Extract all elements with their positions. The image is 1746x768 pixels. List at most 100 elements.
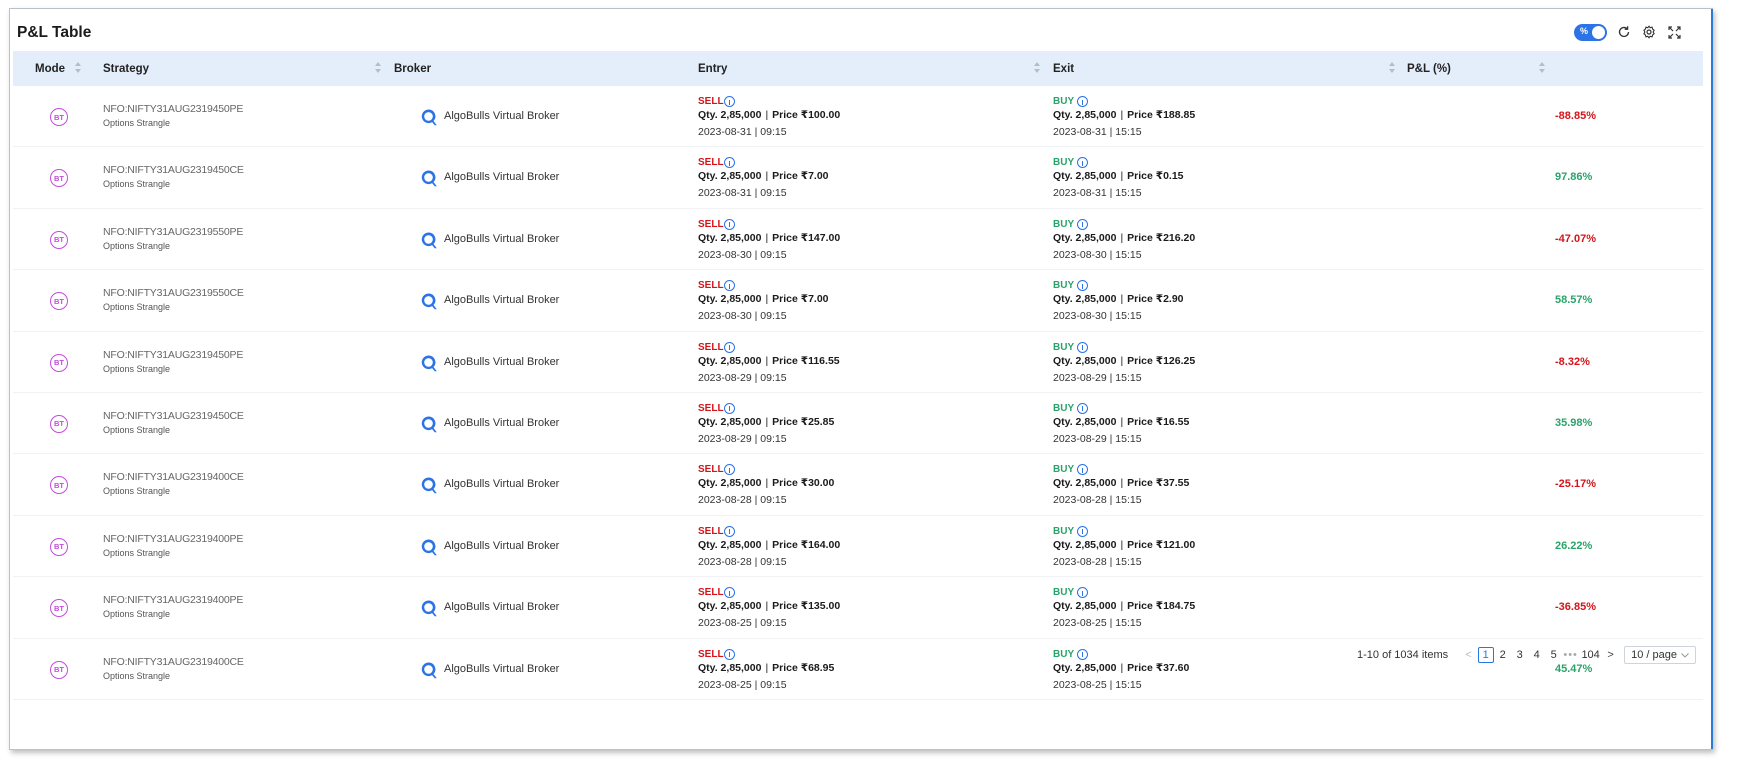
- sort-entry-icon[interactable]: [1034, 62, 1042, 75]
- info-icon[interactable]: [1077, 218, 1088, 230]
- info-icon[interactable]: [1077, 587, 1088, 599]
- entry-side: SELL: [698, 280, 724, 292]
- entry-datetime: 2023-08-29 | 09:15: [698, 432, 787, 445]
- info-icon[interactable]: [1077, 280, 1088, 292]
- exit-side: BUY: [1053, 587, 1075, 599]
- exit-datetime: 2023-08-25 | 15:15: [1053, 617, 1142, 630]
- info-icon[interactable]: [724, 157, 735, 169]
- instrument-name: NFO:NIFTY31AUG2319450PE: [103, 348, 244, 361]
- instrument-name: NFO:NIFTY31AUG2319550PE: [103, 225, 244, 238]
- exit-datetime: 2023-08-29 | 15:15: [1053, 432, 1142, 445]
- entry-datetime: 2023-08-31 | 09:15: [698, 187, 787, 200]
- column-header-mode[interactable]: Mode: [35, 51, 65, 86]
- prev-page-button[interactable]: <: [1461, 647, 1477, 663]
- algobulls-logo-icon: [420, 108, 437, 127]
- page-last[interactable]: 104: [1580, 647, 1602, 663]
- jump-next-ellipsis[interactable]: •••: [1563, 647, 1579, 663]
- info-icon[interactable]: [724, 341, 735, 353]
- instrument-name: NFO:NIFTY31AUG2319400CE: [103, 655, 244, 668]
- instrument-name: NFO:NIFTY31AUG2319450CE: [103, 409, 244, 422]
- column-header-entry[interactable]: Entry: [698, 51, 727, 86]
- strategy-name: Options Strangle: [103, 670, 171, 681]
- info-icon[interactable]: [1077, 464, 1088, 476]
- refresh-icon[interactable]: [1616, 24, 1632, 40]
- chevron-down-icon: [1681, 652, 1689, 658]
- pnl-value: -47.07%: [1555, 232, 1596, 245]
- page-1[interactable]: 1: [1477, 647, 1494, 663]
- column-header-strategy-label: Strategy: [103, 62, 150, 75]
- page-2[interactable]: 2: [1495, 647, 1511, 663]
- entry-qty-price: Qty. 2,85,000 | Price ₹68.95: [698, 661, 835, 674]
- table-row: BT NFO:NIFTY31AUG2319400CE Options Strangl…: [13, 454, 1703, 516]
- entry-side: SELL: [698, 157, 724, 169]
- info-icon[interactable]: [724, 218, 735, 230]
- exit-side: BUY: [1053, 648, 1075, 660]
- exit-qty-price: Qty. 2,85,000 | Price ₹126.25: [1053, 354, 1196, 367]
- algobulls-logo-icon: [420, 599, 437, 618]
- pnl-value: 26.22%: [1555, 539, 1593, 552]
- sort-exit-icon[interactable]: [1389, 62, 1397, 75]
- exit-price: Price ₹216.20: [1127, 231, 1196, 244]
- info-icon[interactable]: [1077, 402, 1088, 414]
- info-icon[interactable]: [724, 402, 735, 414]
- info-icon[interactable]: [1077, 96, 1088, 107]
- page-4[interactable]: 4: [1529, 647, 1545, 663]
- entry-side: SELL: [698, 587, 724, 599]
- entry-datetime: 2023-08-28 | 09:15: [698, 555, 787, 568]
- info-icon[interactable]: [724, 464, 735, 476]
- instrument-name: NFO:NIFTY31AUG2319450PE: [103, 103, 244, 115]
- column-header-strategy[interactable]: Strategy: [103, 51, 149, 86]
- sort-strategy-icon[interactable]: [375, 62, 383, 75]
- mode-badge: BT: [50, 599, 68, 618]
- entry-qty-price: Qty. 2,85,000 | Price ₹147.00: [698, 231, 841, 244]
- exit-price: Price ₹2.90: [1127, 293, 1184, 306]
- broker-name: AlgoBulls Virtual Broker: [444, 662, 560, 675]
- pagination-total: 1-10 of 1034 items: [1357, 649, 1449, 661]
- info-icon[interactable]: [724, 648, 735, 660]
- pnl-value: -8.32%: [1555, 355, 1590, 368]
- gear-icon[interactable]: [1641, 24, 1657, 40]
- next-page-button[interactable]: >: [1603, 647, 1619, 663]
- info-icon[interactable]: [724, 525, 735, 537]
- pnl-value: -36.85%: [1555, 601, 1596, 614]
- info-icon[interactable]: [724, 280, 735, 292]
- info-icon[interactable]: [724, 587, 735, 599]
- exit-qty: Qty. 2,85,000: [1053, 293, 1117, 306]
- info-icon[interactable]: [1077, 525, 1088, 537]
- entry-price: Price ₹116.55: [772, 354, 840, 367]
- info-icon[interactable]: [1077, 648, 1088, 660]
- broker-name: AlgoBulls Virtual Broker: [444, 171, 560, 184]
- info-icon[interactable]: [1077, 341, 1088, 353]
- percent-toggle[interactable]: %: [1574, 23, 1607, 41]
- pnl-value: 97.86%: [1555, 171, 1593, 184]
- entry-side: SELL: [698, 464, 724, 476]
- sort-pnl-icon[interactable]: [1539, 62, 1547, 75]
- entry-qty-price: Qty. 2,85,000 | Price ₹30.00: [698, 477, 835, 490]
- page-5[interactable]: 5: [1546, 647, 1562, 663]
- info-icon[interactable]: [1077, 157, 1088, 169]
- broker-name: AlgoBulls Virtual Broker: [444, 294, 560, 307]
- page-size-select[interactable]: 10 / page: [1624, 646, 1696, 664]
- exit-datetime: 2023-08-30 | 15:15: [1053, 310, 1142, 323]
- fullscreen-icon[interactable]: [1666, 24, 1682, 40]
- exit-price: Price ₹188.85: [1127, 109, 1196, 121]
- exit-price: Price ₹184.75: [1127, 600, 1196, 613]
- algobulls-logo-icon: [420, 292, 437, 311]
- entry-qty: Qty. 2,85,000: [698, 477, 762, 490]
- sort-mode-icon[interactable]: [75, 62, 83, 75]
- instrument-name: NFO:NIFTY31AUG2319550CE: [103, 287, 244, 300]
- exit-price: Price ₹37.60: [1127, 661, 1190, 674]
- instrument-name: NFO:NIFTY31AUG2319400PE: [103, 594, 244, 607]
- info-icon[interactable]: [724, 96, 735, 107]
- exit-qty: Qty. 2,85,000: [1053, 231, 1117, 244]
- table-row: BT NFO:NIFTY31AUG2319450PE Options Strangl…: [13, 86, 1703, 148]
- column-header-pnl[interactable]: P&L (%): [1407, 51, 1451, 86]
- entry-side: SELL: [698, 648, 724, 660]
- broker-name: AlgoBulls Virtual Broker: [444, 355, 560, 368]
- column-header-exit[interactable]: Exit: [1053, 51, 1074, 86]
- exit-qty-price: Qty. 2,85,000 | Price ₹184.75: [1053, 600, 1196, 613]
- entry-price: Price ₹147.00: [772, 231, 841, 244]
- exit-price: Price ₹16.55: [1127, 415, 1190, 428]
- page-3[interactable]: 3: [1512, 647, 1528, 663]
- strategy-name: Options Strangle: [103, 486, 171, 497]
